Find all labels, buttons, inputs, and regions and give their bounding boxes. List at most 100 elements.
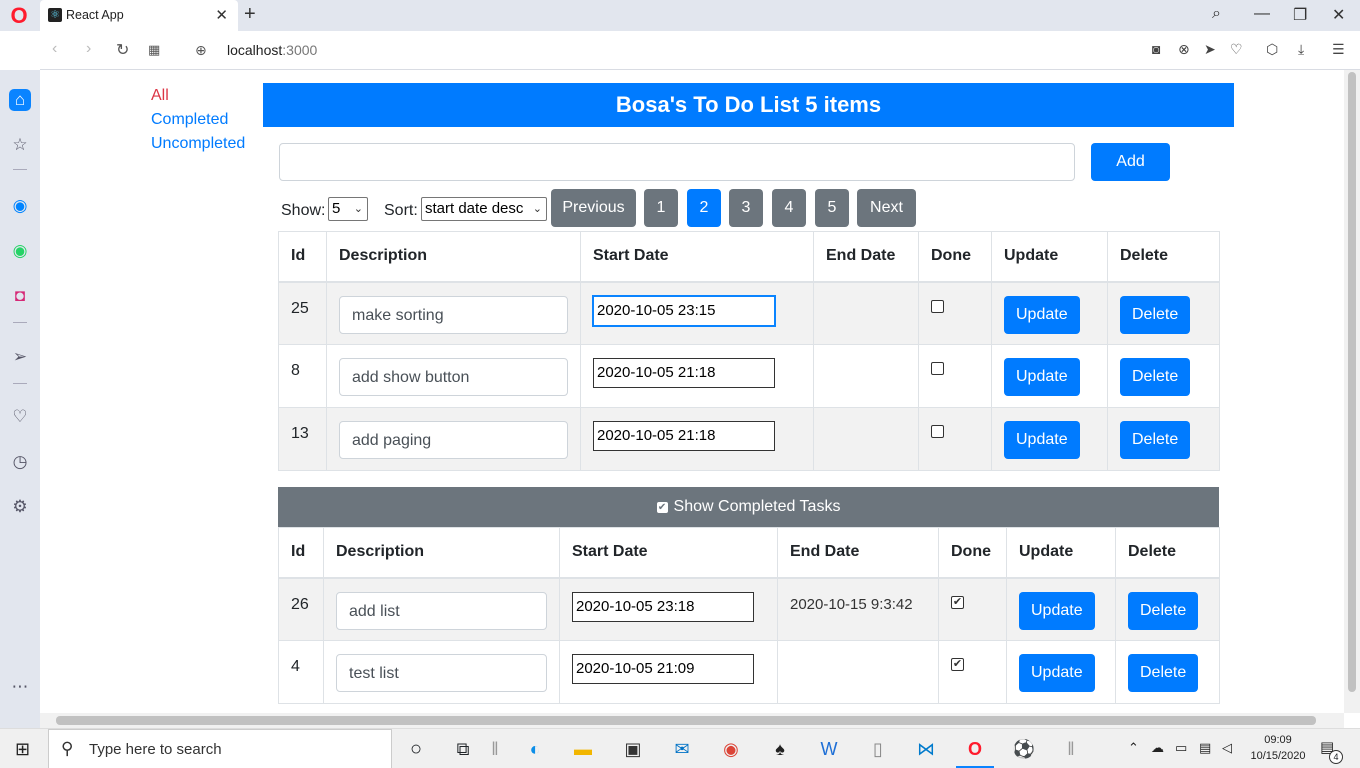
delete-button[interactable]: Delete: [1120, 295, 1191, 334]
opera-menu-icon[interactable]: O: [8, 4, 30, 28]
onedrive-icon[interactable]: ☁: [1151, 740, 1164, 756]
page-button-3[interactable]: 3: [729, 189, 763, 227]
store-icon[interactable]: ▣: [620, 736, 646, 762]
taskbar-search-box[interactable]: ⚲ Type here to search: [48, 729, 392, 768]
description-input[interactable]: add list: [336, 591, 547, 630]
more-icon[interactable]: ⋯: [9, 676, 31, 698]
delete-button[interactable]: Delete: [1120, 421, 1191, 459]
sort-select[interactable]: start date desc ⌄: [421, 197, 547, 221]
description-input[interactable]: add paging: [339, 421, 568, 459]
snapshot-icon[interactable]: ◙: [1152, 41, 1160, 57]
whatsapp-icon[interactable]: ◉: [9, 240, 31, 262]
heart-icon[interactable]: ♡: [1230, 41, 1243, 58]
messenger-icon[interactable]: ◉: [9, 195, 31, 217]
show-count-select[interactable]: 5 ⌄: [328, 197, 368, 221]
filter-all-link[interactable]: All: [151, 87, 169, 105]
delete-button[interactable]: Delete: [1128, 654, 1199, 692]
speed-dial-icon[interactable]: ▦: [148, 42, 160, 58]
checkbox-checked-icon[interactable]: ✔: [656, 502, 668, 513]
update-button[interactable]: Update: [1004, 358, 1080, 396]
page-button-1[interactable]: 1: [644, 189, 678, 227]
soccer-icon[interactable]: ⚽: [1011, 736, 1037, 762]
new-task-input[interactable]: [279, 143, 1075, 181]
site-info-icon[interactable]: ⊕: [195, 42, 207, 59]
download-icon[interactable]: ⤓: [1298, 41, 1304, 58]
description-input[interactable]: add show button: [339, 358, 568, 396]
home-icon[interactable]: ⌂: [9, 89, 31, 111]
taskbar-clock[interactable]: 09:09 10/15/2020: [1248, 732, 1308, 764]
delete-button[interactable]: Delete: [1128, 591, 1199, 630]
done-checkbox[interactable]: ✔: [951, 658, 964, 671]
bookmarks-icon[interactable]: ☆: [9, 134, 31, 156]
history-icon[interactable]: ◷: [9, 451, 31, 473]
next-page-button[interactable]: Next: [857, 189, 916, 227]
show-completed-toggle[interactable]: ✔ Show Completed Tasks: [278, 487, 1219, 527]
browser-tab[interactable]: ⚛ React App ✕: [40, 0, 238, 31]
battery-icon[interactable]: ▭: [1175, 740, 1187, 756]
done-cell: [918, 344, 992, 408]
start-date-input[interactable]: 2020-10-05 23:15: [593, 295, 775, 326]
tab-close-icon[interactable]: ✕: [215, 6, 228, 24]
cortana-icon[interactable]: ○: [403, 736, 429, 762]
personal-news-icon[interactable]: ♡: [9, 406, 31, 428]
page-button-5[interactable]: 5: [815, 189, 849, 227]
start-date-input[interactable]: 2020-10-05 21:18: [593, 421, 775, 451]
restore-icon[interactable]: ❐: [1293, 5, 1307, 25]
tray-chevron-icon[interactable]: ⌃: [1128, 740, 1139, 756]
edge-icon[interactable]: ◐: [522, 736, 548, 762]
previous-page-button[interactable]: Previous: [551, 189, 636, 227]
description-input[interactable]: make sorting: [339, 295, 568, 334]
minimize-icon[interactable]: —: [1254, 5, 1270, 23]
horizontal-scrollbar[interactable]: [40, 713, 1344, 728]
reload-icon[interactable]: ↻: [116, 40, 129, 60]
solitaire-icon[interactable]: ♠: [767, 736, 793, 762]
forward-icon[interactable]: ›: [86, 40, 91, 58]
close-window-icon[interactable]: ✕: [1332, 5, 1345, 25]
file-icon[interactable]: ▯: [865, 736, 891, 762]
start-date-input[interactable]: 2020-10-05 23:18: [572, 591, 754, 622]
volume-icon[interactable]: ◁: [1222, 740, 1232, 756]
file-explorer-icon[interactable]: ▬: [570, 736, 596, 762]
filter-uncompleted-link[interactable]: Uncompleted: [151, 135, 245, 153]
start-date-input[interactable]: 2020-10-05 21:18: [593, 358, 775, 388]
filter-completed-link[interactable]: Completed: [151, 111, 228, 129]
page-button-4[interactable]: 4: [772, 189, 806, 227]
vscode-icon[interactable]: ⋈: [913, 736, 939, 762]
page-button-2[interactable]: 2: [687, 189, 721, 227]
scrollbar-thumb[interactable]: [56, 716, 1316, 725]
send-icon[interactable]: ➤: [1204, 41, 1216, 58]
easy-setup-icon[interactable]: ☰: [1332, 41, 1345, 58]
url-field[interactable]: localhost:3000: [227, 42, 317, 58]
windows-start-icon[interactable]: ⊞: [15, 739, 30, 760]
start-date-input[interactable]: 2020-10-05 21:09: [572, 654, 754, 684]
task-view-icon[interactable]: ⧉: [450, 736, 476, 762]
wallet-icon[interactable]: ⬡: [1266, 41, 1278, 58]
new-tab-icon[interactable]: +: [244, 3, 256, 26]
wps-icon[interactable]: W: [816, 736, 842, 762]
update-button[interactable]: Update: [1004, 295, 1080, 334]
delete-cell: Delete: [1115, 577, 1220, 641]
instagram-icon[interactable]: ◘: [9, 285, 31, 307]
add-button[interactable]: Add: [1091, 143, 1170, 181]
done-checkbox[interactable]: [931, 362, 944, 375]
flow-icon[interactable]: ➢: [9, 346, 31, 368]
description-input[interactable]: test list: [336, 654, 547, 692]
scrollbar-thumb[interactable]: [1348, 72, 1356, 692]
done-checkbox[interactable]: ✔: [951, 595, 964, 609]
settings-icon[interactable]: ⚙: [9, 496, 31, 518]
done-checkbox[interactable]: [931, 425, 944, 438]
update-button[interactable]: Update: [1019, 654, 1095, 692]
chrome-icon[interactable]: ◉: [718, 736, 744, 762]
opera-taskbar-icon[interactable]: O: [962, 736, 988, 762]
search-tabs-icon[interactable]: ⌕: [1212, 5, 1221, 23]
network-icon[interactable]: ▤: [1199, 740, 1211, 756]
delete-button[interactable]: Delete: [1120, 358, 1191, 396]
vertical-scrollbar[interactable]: [1344, 70, 1360, 713]
update-button[interactable]: Update: [1004, 421, 1080, 459]
adblock-icon[interactable]: ⊗: [1178, 41, 1190, 58]
back-icon[interactable]: ‹: [52, 40, 57, 58]
mail-icon[interactable]: ✉: [669, 736, 695, 762]
update-button[interactable]: Update: [1019, 591, 1095, 630]
column-header-description: Description: [323, 527, 560, 579]
done-checkbox[interactable]: [931, 299, 944, 313]
